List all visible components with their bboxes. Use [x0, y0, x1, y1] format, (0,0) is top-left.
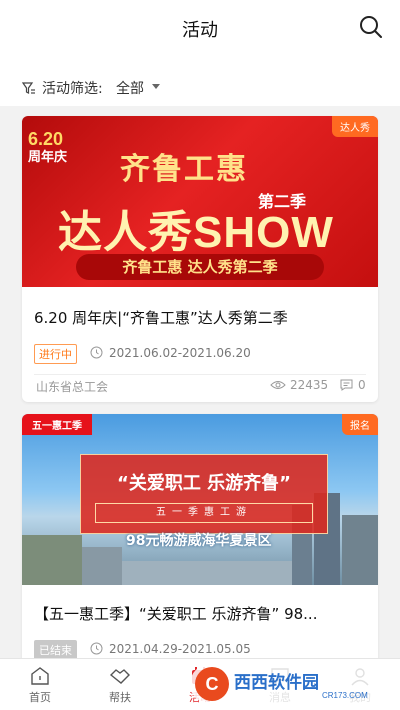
filter-dropdown[interactable]: 全部: [116, 78, 144, 98]
activity-card[interactable]: 五一惠工季 报名 “关爱职工 乐游齐鲁” 五一季惠工游 98元畅游威海华夏景区 …: [22, 414, 378, 674]
status-badge: 进行中: [34, 344, 77, 364]
banner-caption: 98元畅游威海华夏景区: [126, 533, 272, 549]
page-title: 活动: [182, 20, 218, 41]
status-badge: 已结束: [34, 640, 77, 660]
watermark-logo: C 西西软件园 CR173.COM: [190, 664, 390, 704]
banner-line: 五一季惠工游: [95, 503, 313, 523]
organizer: 山东省总工会: [36, 380, 109, 394]
tab-home[interactable]: 首页: [0, 659, 80, 710]
banner-city-block: [22, 535, 82, 585]
category-tag: 达人秀: [332, 116, 378, 137]
activity-title[interactable]: 6.20 周年庆|“齐鲁工惠”达人秀第二季: [34, 307, 370, 328]
filter-icon: [22, 82, 35, 94]
comment-icon: [340, 379, 353, 391]
clock-icon: [90, 346, 103, 359]
view-count: 22435: [290, 378, 329, 392]
tab-label: 首页: [29, 691, 51, 704]
home-icon: [31, 667, 49, 685]
banner-main-text: 达人秀SHOW: [58, 208, 334, 257]
watermark-sub: CR173.COM: [322, 691, 368, 700]
banner-sub-text: 齐鲁工惠 达人秀第二季: [76, 254, 324, 280]
eye-icon: [270, 381, 286, 389]
search-icon[interactable]: [358, 14, 384, 40]
handshake-icon: [109, 669, 130, 684]
comment-count: 0: [358, 378, 366, 392]
activity-title[interactable]: 【五一惠工季】“关爱职工 乐游齐鲁” 98...: [34, 603, 370, 624]
banner-date-number: 6.20: [28, 129, 64, 149]
top-bar: 活动: [0, 0, 400, 58]
watermark-text: 西西软件园: [234, 672, 319, 693]
banner-city-block: [82, 547, 122, 585]
filter-label: 活动筛选:: [42, 81, 103, 97]
svg-text:C: C: [206, 674, 219, 694]
chevron-down-icon[interactable]: [152, 84, 160, 89]
banner-headline: “关爱职工 乐游齐鲁”: [117, 473, 291, 494]
banner-date-sub: 周年庆: [28, 149, 68, 164]
banner-top-text: 齐鲁工惠: [120, 152, 248, 187]
banner-headline-box: “关爱职工 乐游齐鲁” 五一季惠工游: [80, 454, 328, 534]
banner-ribbon: 五一惠工季: [22, 414, 92, 435]
date-range: 2021.04.29-2021.05.05: [109, 642, 251, 656]
category-tag: 报名: [342, 414, 378, 435]
banner-city-block: [122, 561, 292, 585]
tab-label: 帮扶: [109, 691, 131, 704]
activity-card[interactable]: 6.20 周年庆 齐鲁工惠 第二季 达人秀SHOW 齐鲁工惠 达人秀第二季 达人…: [22, 116, 378, 402]
tab-help[interactable]: 帮扶: [80, 659, 160, 710]
banner-date: 6.20 周年庆: [28, 130, 67, 166]
date-range: 2021.06.02-2021.06.20: [109, 346, 251, 360]
banner-city-block: [342, 515, 378, 585]
filter-bar: 活动筛选: 全部: [0, 58, 400, 106]
activity-banner[interactable]: 6.20 周年庆 齐鲁工惠 第二季 达人秀SHOW 齐鲁工惠 达人秀第二季 达人…: [22, 116, 378, 287]
divider: [34, 374, 366, 375]
clock-icon: [90, 642, 103, 655]
activity-banner[interactable]: 五一惠工季 报名 “关爱职工 乐游齐鲁” 五一季惠工游 98元畅游威海华夏景区: [22, 414, 378, 585]
